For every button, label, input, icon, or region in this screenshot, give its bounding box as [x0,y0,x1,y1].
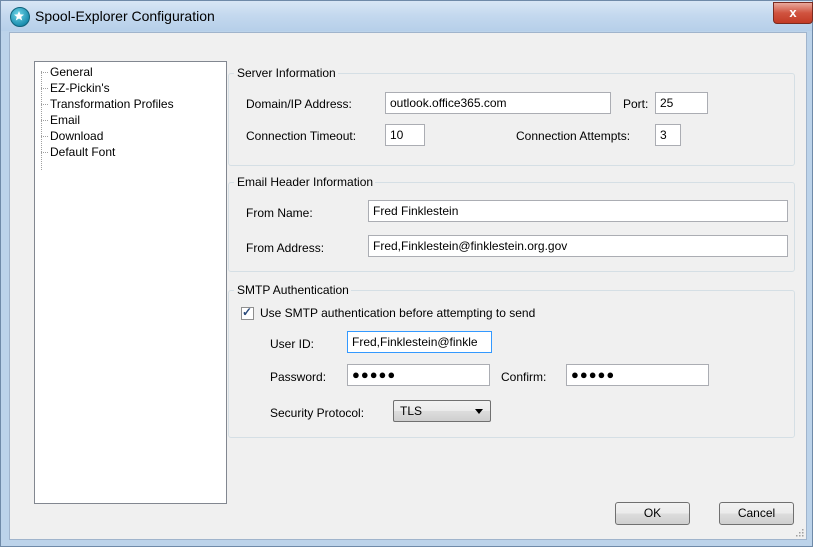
server-information-legend: Server Information [234,66,338,80]
window-title: Spool-Explorer Configuration [35,8,215,24]
use-smtp-auth-label[interactable]: Use SMTP authentication before attemptin… [260,306,535,320]
settings-tree[interactable]: General EZ-Pickin's Transformation Profi… [34,61,227,504]
resize-grip-icon[interactable] [794,527,804,537]
close-icon: x [789,5,797,20]
use-smtp-auth-checkbox[interactable]: ✓ [241,305,254,320]
email-header-group [228,182,795,272]
domain-input[interactable]: outlook.office365.com [385,92,611,114]
email-header-legend: Email Header Information [234,175,376,189]
tree-item-email[interactable]: Email [41,112,80,128]
domain-label: Domain/IP Address: [246,97,352,111]
connection-timeout-input[interactable]: 10 [385,124,425,146]
from-name-label: From Name: [246,206,313,220]
password-label: Password: [270,370,327,384]
close-button[interactable]: x [773,2,813,24]
tree-item-transformation-profiles[interactable]: Transformation Profiles [41,96,174,112]
tree-item-default-font[interactable]: Default Font [41,144,115,160]
tree-item-download[interactable]: Download [41,128,103,144]
user-id-input[interactable]: Fred,Finklestein@finkle [347,331,492,353]
confirm-label: Confirm: [501,370,547,384]
port-input[interactable]: 25 [655,92,708,114]
tree-item-ez-pickins[interactable]: EZ-Pickin's [41,80,110,96]
from-address-input[interactable]: Fred,Finklestein@finklestein.org.gov [368,235,788,257]
cancel-button[interactable]: Cancel [719,502,794,525]
confirm-password-input[interactable]: ●●●●● [566,364,709,386]
connection-timeout-label: Connection Timeout: [246,129,357,143]
security-protocol-value: TLS [400,404,423,418]
dropdown-arrow-icon [475,409,483,414]
smtp-authentication-legend: SMTP Authentication [234,283,351,297]
app-icon [10,7,30,27]
connection-attempts-label: Connection Attempts: [516,129,631,143]
user-id-label: User ID: [270,337,315,351]
port-label: Port: [623,97,649,111]
connection-attempts-input[interactable]: 3 [655,124,681,146]
dialog-client-area: General EZ-Pickin's Transformation Profi… [9,32,807,540]
from-name-input[interactable]: Fred Finklestein [368,200,788,222]
server-information-group [228,73,795,166]
security-protocol-label: Security Protocol: [270,406,365,420]
security-protocol-select[interactable]: TLS [393,400,491,422]
password-input[interactable]: ●●●●● [347,364,490,386]
from-address-label: From Address: [246,241,325,255]
ok-button[interactable]: OK [615,502,690,525]
dialog-window: Spool-Explorer Configuration x General E… [0,0,813,547]
checkmark-icon: ✓ [242,305,253,319]
title-bar[interactable]: Spool-Explorer Configuration x [1,1,813,31]
tree-item-general[interactable]: General [41,64,93,80]
